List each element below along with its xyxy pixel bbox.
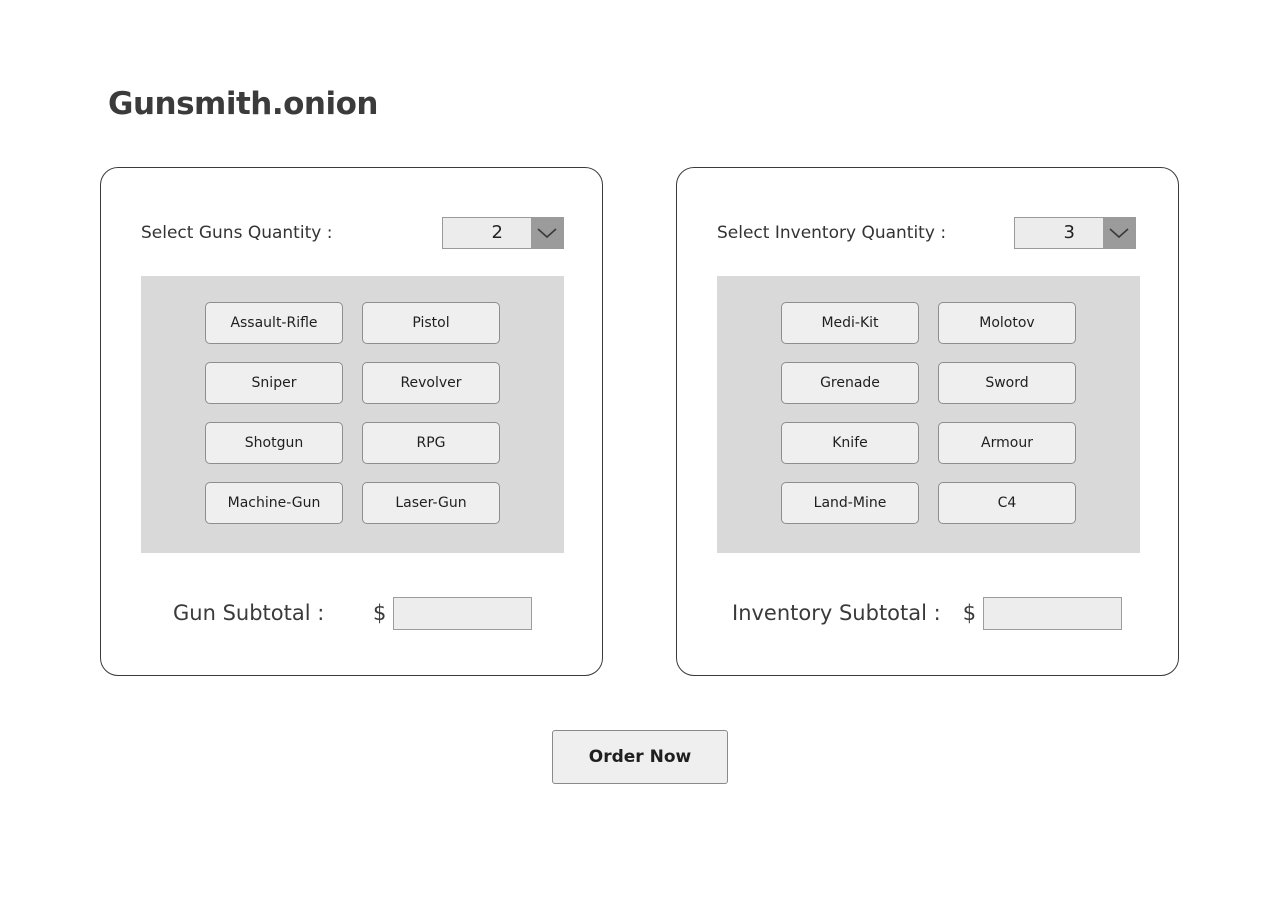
order-now-button[interactable]: Order Now	[552, 730, 728, 784]
gun-option-assault-rifle[interactable]: Assault-Rifle	[205, 302, 343, 344]
inventory-item-grid: Medi-Kit Molotov Grenade Sword Knife Arm…	[717, 276, 1140, 553]
gun-option-rpg[interactable]: RPG	[362, 422, 500, 464]
guns-item-grid: Assault-Rifle Pistol Sniper Revolver Sho…	[141, 276, 564, 553]
chevron-down-icon-svg	[1109, 228, 1129, 239]
inventory-option-knife[interactable]: Knife	[781, 422, 919, 464]
inventory-subtotal-label: Inventory Subtotal :	[732, 601, 941, 625]
gun-option-pistol[interactable]: Pistol	[362, 302, 500, 344]
gun-option-shotgun[interactable]: Shotgun	[205, 422, 343, 464]
guns-panel: Select Guns Quantity : 2 Assault-Rifle P…	[100, 167, 603, 676]
gun-subtotal-row: Gun Subtotal : $	[173, 596, 533, 630]
gun-subtotal-currency: $	[373, 601, 387, 625]
chevron-down-icon[interactable]	[1103, 218, 1135, 248]
inventory-option-armour[interactable]: Armour	[938, 422, 1076, 464]
guns-quantity-select[interactable]: 2	[442, 217, 564, 249]
gun-subtotal-field[interactable]	[393, 596, 533, 630]
inventory-quantity-value: 3	[1063, 222, 1075, 243]
inventory-option-land-mine[interactable]: Land-Mine	[781, 482, 919, 524]
inventory-subtotal-row: Inventory Subtotal : $	[732, 596, 1123, 630]
inventory-subtotal-currency: $	[962, 601, 977, 625]
inventory-option-c4[interactable]: C4	[938, 482, 1076, 524]
gun-option-sniper[interactable]: Sniper	[205, 362, 343, 404]
guns-quantity-value: 2	[491, 222, 503, 243]
chevron-down-icon-svg	[537, 228, 557, 239]
inventory-option-medi-kit[interactable]: Medi-Kit	[781, 302, 919, 344]
gun-option-laser-gun[interactable]: Laser-Gun	[362, 482, 500, 524]
inventory-option-sword[interactable]: Sword	[938, 362, 1076, 404]
gun-option-machine-gun[interactable]: Machine-Gun	[205, 482, 343, 524]
inventory-subtotal-field[interactable]	[983, 596, 1123, 630]
app-title: Gunsmith.onion	[108, 86, 379, 122]
inventory-option-molotov[interactable]: Molotov	[938, 302, 1076, 344]
inventory-quantity-label: Select Inventory Quantity :	[717, 223, 947, 243]
inventory-option-grenade[interactable]: Grenade	[781, 362, 919, 404]
inventory-panel: Select Inventory Quantity : 3 Medi-Kit M…	[676, 167, 1179, 676]
gun-subtotal-label: Gun Subtotal :	[173, 601, 325, 625]
gun-option-revolver[interactable]: Revolver	[362, 362, 500, 404]
inventory-quantity-select[interactable]: 3	[1014, 217, 1136, 249]
guns-quantity-label: Select Guns Quantity :	[141, 223, 333, 243]
chevron-down-icon[interactable]	[531, 218, 563, 248]
